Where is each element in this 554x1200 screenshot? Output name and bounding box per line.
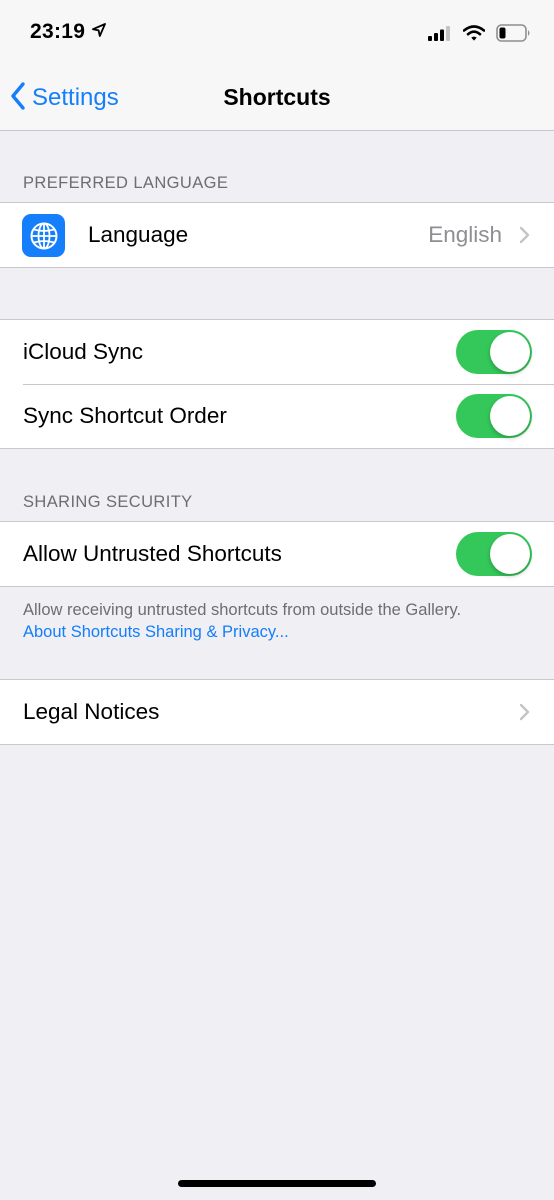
untrusted-shortcuts-toggle[interactable] — [456, 532, 532, 576]
icloud-sync-toggle[interactable] — [456, 330, 532, 374]
status-time: 23:19 — [30, 20, 86, 43]
sharing-privacy-link[interactable]: About Shortcuts Sharing & Privacy... — [23, 621, 543, 643]
battery-icon — [496, 24, 532, 47]
language-row[interactable]: Language English — [0, 203, 554, 267]
chevron-right-icon — [519, 226, 530, 249]
legal-notices-row[interactable]: Legal Notices — [0, 680, 554, 744]
page-title: Shortcuts — [223, 84, 331, 110]
sync-order-row: Sync Shortcut Order — [0, 384, 554, 448]
legal-notices-label: Legal Notices — [23, 699, 160, 724]
location-arrow-icon — [92, 23, 106, 42]
icloud-sync-label: iCloud Sync — [23, 339, 144, 364]
nav-bar: Settings Shortcuts — [0, 66, 554, 131]
language-label: Language — [88, 222, 189, 247]
sharing-footer: Allow receiving untrusted shortcuts from… — [23, 599, 543, 643]
untrusted-shortcuts-label: Allow Untrusted Shortcuts — [23, 541, 282, 566]
cellular-signal-icon — [428, 25, 452, 46]
untrusted-shortcuts-row: Allow Untrusted Shortcuts — [0, 522, 554, 586]
group-legal: Legal Notices — [0, 679, 554, 745]
home-indicator[interactable] — [178, 1180, 376, 1187]
group-sync: iCloud Sync Sync Shortcut Order — [0, 319, 554, 449]
status-bar: 23:19 — [0, 0, 554, 66]
chevron-right-icon — [519, 703, 530, 726]
toggle-knob — [490, 332, 530, 372]
toggle-knob — [490, 396, 530, 436]
section-header-sharing-security: SHARING SECURITY — [23, 493, 193, 511]
group-sharing-security: Allow Untrusted Shortcuts — [0, 521, 554, 587]
sync-order-label: Sync Shortcut Order — [23, 403, 227, 428]
group-preferred-language: Language English — [0, 202, 554, 268]
language-value: English — [428, 222, 502, 247]
globe-icon — [22, 214, 65, 257]
toggle-knob — [490, 534, 530, 574]
section-header-preferred-language: PREFERRED LANGUAGE — [23, 174, 229, 192]
sync-order-toggle[interactable] — [456, 394, 532, 438]
wifi-icon — [462, 25, 486, 46]
icloud-sync-row: iCloud Sync — [0, 320, 554, 384]
sharing-footer-text: Allow receiving untrusted shortcuts from… — [23, 601, 462, 619]
